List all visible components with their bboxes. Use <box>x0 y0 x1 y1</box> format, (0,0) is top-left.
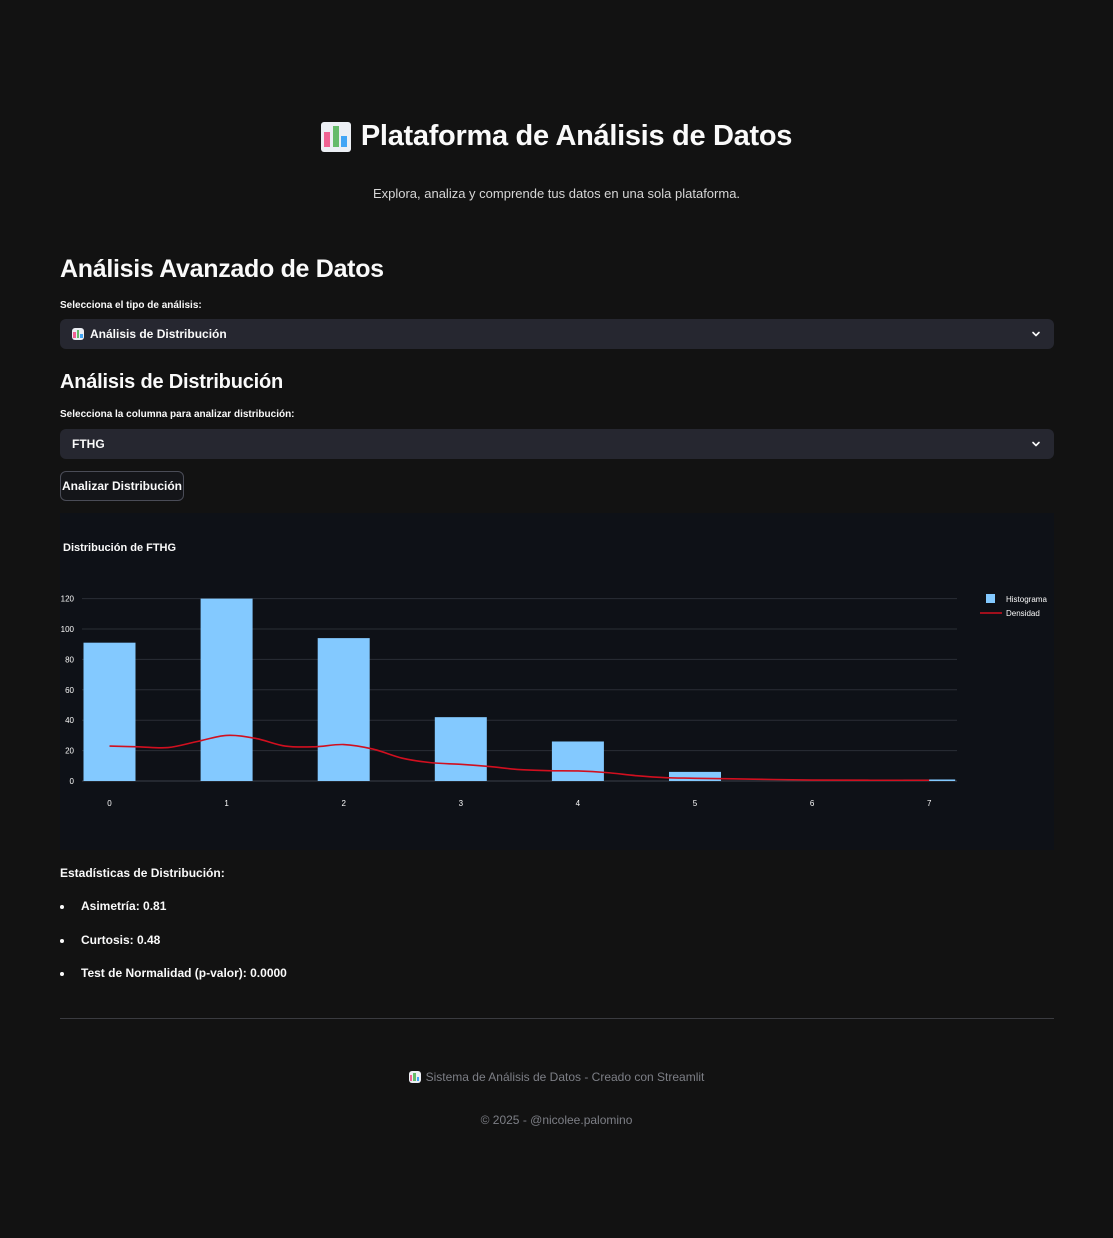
histogram-bar <box>551 741 604 781</box>
y-tick-label: 80 <box>65 655 74 664</box>
bar-chart-icon <box>72 328 84 340</box>
y-tick-label: 60 <box>65 686 74 695</box>
stats-title: Estadísticas de Distribución: <box>60 866 225 880</box>
chevron-down-icon[interactable] <box>1030 438 1042 450</box>
stats-list: Asimetría: 0.81 Curtosis: 0.48 Test de N… <box>60 890 287 991</box>
histogram-bar <box>434 717 487 781</box>
bar-chart-icon <box>408 1071 421 1083</box>
app-header: Plataforma de Análisis de Datos <box>0 120 1113 157</box>
app-title-text: Plataforma de Análisis de Datos <box>360 120 793 152</box>
x-tick-label: 4 <box>576 799 581 808</box>
x-tick-label: 1 <box>224 799 229 808</box>
subsection-title: Análisis de Distribución <box>60 371 284 393</box>
column-select[interactable]: FTHG <box>60 429 1054 459</box>
footer-credit-text: Sistema de Análisis de Datos - Creado co… <box>425 1070 705 1084</box>
stat-kurtosis: Curtosis: 0.48 <box>60 924 287 958</box>
analysis-type-value: Análisis de Distribución <box>90 327 227 341</box>
x-tick-label: 7 <box>927 799 932 808</box>
stat-normality-test: Test de Normalidad (p-valor): 0.0000 <box>60 957 287 991</box>
histogram-bar <box>317 638 370 781</box>
distribution-chart: Distribución de FTHG 0 20 40 60 80 100 120 0 1 2… <box>60 513 1054 850</box>
x-tick-label: 6 <box>810 799 815 808</box>
legend-histogram-label[interactable]: Histograma <box>1006 595 1047 604</box>
app-title: Plataforma de Análisis de Datos <box>320 120 793 153</box>
legend-histogram-swatch[interactable] <box>986 594 995 603</box>
chart-title: Distribución de FTHG <box>63 542 176 554</box>
divider <box>60 1018 1054 1019</box>
y-tick-label: 40 <box>65 716 74 725</box>
y-tick-label: 20 <box>65 747 74 756</box>
stat-skewness: Asimetría: 0.81 <box>60 890 287 924</box>
analysis-type-label: Selecciona el tipo de análisis: <box>60 300 202 311</box>
x-tick-label: 3 <box>459 799 464 808</box>
x-tick-label: 2 <box>341 799 346 808</box>
footer-copyright: © 2025 - @nicolee.palomino <box>480 1113 633 1127</box>
histogram-bar <box>83 642 136 781</box>
column-label: Selecciona la columna para analizar dist… <box>60 409 295 420</box>
app-subtitle: Explora, analiza y comprende tus datos e… <box>372 186 741 201</box>
histogram-bar <box>200 598 253 781</box>
chart-svg: Distribución de FTHG 0 20 40 60 80 100 120 0 1 2… <box>61 542 1048 808</box>
x-tick-label: 0 <box>107 799 112 808</box>
section-title: Análisis Avanzado de Datos <box>60 255 384 283</box>
footer-credit: Sistema de Análisis de Datos - Creado co… <box>0 1070 1113 1086</box>
y-tick-label: 120 <box>61 595 75 604</box>
legend-density-label[interactable]: Densidad <box>1006 609 1040 618</box>
x-tick-label: 5 <box>693 799 698 808</box>
column-value: FTHG <box>72 437 105 451</box>
analyze-distribution-button[interactable]: Analizar Distribución <box>60 471 184 501</box>
analysis-type-select[interactable]: Análisis de Distribución <box>60 319 1054 349</box>
bar-chart-icon <box>320 121 351 152</box>
chevron-down-icon[interactable] <box>1030 328 1042 340</box>
y-tick-label: 0 <box>70 777 75 786</box>
histogram-bar <box>669 771 721 781</box>
y-tick-label: 100 <box>61 625 75 634</box>
